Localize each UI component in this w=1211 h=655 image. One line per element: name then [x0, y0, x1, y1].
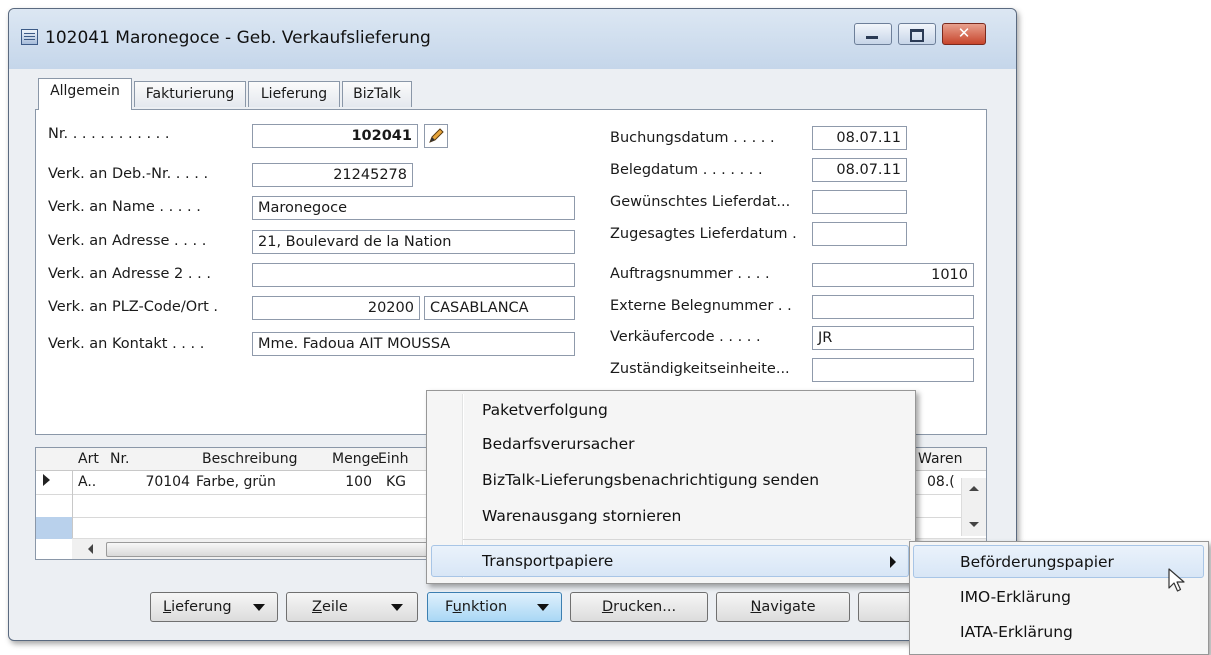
document-date-label: Belegdatum . . . . . . .	[610, 162, 763, 178]
menu-item-biztalk-notification[interactable]: BizTalk-Lieferungsbenachrichtigung sende…	[482, 471, 819, 489]
col-art-header[interactable]: Art	[78, 451, 99, 467]
menu-item-bedarfsverursacher[interactable]: Bedarfsverursacher	[482, 435, 635, 453]
col-nr-header[interactable]: Nr.	[110, 451, 129, 467]
chevron-down-icon	[391, 604, 403, 611]
menu-item-transportpapiere[interactable]: Transportpapiere	[431, 545, 909, 577]
salesperson-code-field[interactable]: JR	[812, 326, 974, 350]
chevron-right-icon	[890, 556, 896, 568]
order-no-field[interactable]: 1010	[812, 263, 974, 287]
promised-delivery-date-field[interactable]	[812, 222, 907, 246]
external-document-no-label: Externe Belegnummer . .	[610, 298, 792, 314]
zeile-menu-button[interactable]: Zeile	[286, 592, 418, 622]
external-document-no-field[interactable]	[812, 295, 974, 319]
requested-delivery-date-label: Gewünschtes Lieferdat...	[610, 194, 791, 210]
postcode-city-label: Verk. an PLZ-Code/Ort .	[48, 299, 218, 315]
posting-date-label: Buchungsdatum . . . . .	[610, 130, 775, 146]
cell-einh[interactable]: KG	[386, 474, 406, 490]
form-icon	[21, 29, 38, 45]
cell-waren[interactable]: 08.(	[927, 474, 955, 490]
funktion-dropdown-menu: Paketverfolgung Bedarfsverursacher BizTa…	[426, 390, 916, 584]
promised-delivery-date-label: Zugesagtes Lieferdatum .	[610, 226, 797, 242]
minimize-button[interactable]	[854, 23, 892, 45]
tab-lieferung[interactable]: Lieferung	[248, 81, 340, 107]
funktion-menu-button[interactable]: Funktion	[427, 592, 562, 622]
responsibility-center-field[interactable]	[812, 358, 974, 382]
address2-field[interactable]	[252, 263, 575, 287]
title-bar[interactable]: 102041 Maronegoce - Geb. Verkaufslieferu…	[9, 9, 1016, 69]
name-label: Verk. an Name . . . . .	[48, 199, 201, 215]
chevron-down-icon	[253, 604, 265, 611]
assist-edit-button[interactable]	[424, 124, 448, 148]
cell-nr[interactable]: 70104	[128, 474, 190, 490]
menu-item-paketverfolgung[interactable]: Paketverfolgung	[482, 401, 608, 419]
requested-delivery-date-field[interactable]	[812, 190, 907, 214]
col-einh-header[interactable]: Einh	[378, 451, 408, 467]
menu-item-warenausgang-stornieren[interactable]: Warenausgang stornieren	[482, 507, 681, 525]
col-beschreibung-header[interactable]: Beschreibung	[202, 451, 298, 467]
col-menge-header[interactable]: Menge	[332, 451, 379, 467]
row-selector-icon	[43, 474, 50, 486]
close-icon: ✕	[957, 24, 971, 42]
postcode-field[interactable]: 20200	[252, 296, 420, 320]
maximize-button[interactable]	[898, 23, 936, 45]
contact-field[interactable]: Mme. Fadoua AIT MOUSSA	[252, 332, 575, 356]
row-header-selected[interactable]	[36, 517, 72, 539]
scroll-down-icon[interactable]	[969, 522, 979, 527]
tab-allgemein[interactable]: Allgemein	[38, 78, 132, 110]
drucken-button[interactable]: Drucken...	[570, 592, 708, 622]
row-header-divider	[72, 470, 73, 540]
close-button[interactable]: ✕	[942, 23, 986, 45]
deb-nr-label: Verk. an Deb.-Nr. . . . .	[48, 166, 209, 182]
order-no-label: Auftragsnummer . . . .	[610, 266, 770, 282]
address-label: Verk. an Adresse . . . .	[48, 233, 207, 249]
submenu-item-iata-erklaerung[interactable]: IATA-Erklärung	[960, 623, 1073, 641]
responsibility-center-label: Zuständigkeitseinheite...	[610, 361, 790, 377]
window-title: 102041 Maronegoce - Geb. Verkaufslieferu…	[45, 28, 431, 48]
pencil-icon	[429, 128, 444, 143]
scroll-up-icon[interactable]	[969, 486, 979, 491]
document-date-field[interactable]: 08.07.11	[812, 158, 907, 182]
navigate-button[interactable]: Navigate	[716, 592, 850, 622]
tab-biztalk[interactable]: BizTalk	[342, 81, 412, 107]
transportpapiere-submenu: Beförderungspapier IMO-Erklärung IATA-Er…	[909, 541, 1209, 655]
submenu-item-befoerderungspapier[interactable]: Beförderungspapier	[913, 545, 1204, 578]
col-waren-header[interactable]: Waren	[918, 451, 962, 467]
contact-label: Verk. an Kontakt . . . .	[48, 336, 205, 352]
menu-separator	[463, 539, 911, 540]
general-panel: Nr. . . . . . . . . . . . 102041 Verk. a…	[35, 109, 987, 435]
mouse-cursor-icon	[1168, 568, 1185, 592]
cell-art[interactable]: A..	[78, 474, 96, 490]
posting-date-field[interactable]: 08.07.11	[812, 126, 907, 150]
scroll-left-icon[interactable]	[88, 544, 93, 554]
nr-label: Nr. . . . . . . . . . . .	[48, 126, 170, 142]
cell-menge[interactable]: 100	[332, 474, 372, 490]
scroll-thumb[interactable]	[106, 542, 448, 557]
cell-beschreibung[interactable]: Farbe, grün	[196, 474, 276, 490]
name-field[interactable]: Maronegoce	[252, 196, 575, 220]
tab-fakturierung[interactable]: Fakturierung	[134, 81, 246, 107]
chevron-down-icon	[537, 604, 549, 611]
address-field[interactable]: 21, Boulevard de la Nation	[252, 230, 575, 254]
lieferung-menu-button[interactable]: Lieferung	[150, 592, 278, 622]
deb-nr-field[interactable]: 21245278	[252, 163, 413, 187]
salesperson-code-label: Verkäufercode . . . . .	[610, 329, 761, 345]
city-field[interactable]: CASABLANCA	[424, 296, 575, 320]
nr-field[interactable]: 102041	[252, 124, 418, 148]
vertical-scrollbar[interactable]	[961, 478, 986, 536]
submenu-item-imo-erklaerung[interactable]: IMO-Erklärung	[960, 588, 1071, 606]
address2-label: Verk. an Adresse 2 . . .	[48, 266, 211, 282]
